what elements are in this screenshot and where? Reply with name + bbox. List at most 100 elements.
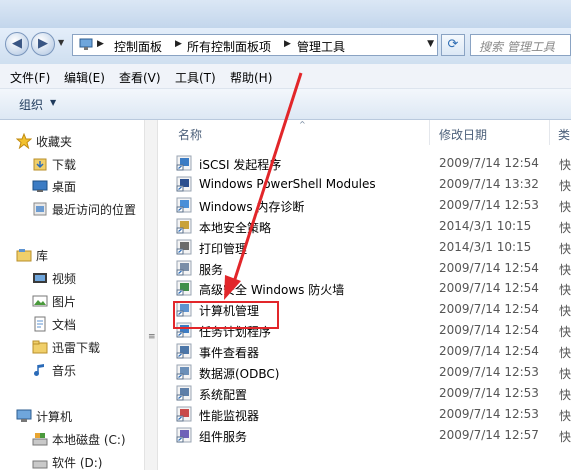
system-drive-icon	[32, 433, 48, 446]
video-icon	[33, 273, 47, 283]
chevron-right-icon: ▶	[97, 39, 104, 49]
control-panel-icon	[79, 38, 93, 50]
file-row[interactable]: 本地安全策略 2014/3/1 10:15 快	[174, 216, 571, 236]
shortcut-icon	[176, 197, 192, 213]
column-header-date[interactable]: 修改日期	[430, 120, 550, 145]
file-date: 2009/7/14 12:54	[439, 323, 539, 338]
file-date: 2009/7/14 12:53	[439, 406, 539, 421]
file-row[interactable]: Windows 内存诊断 2009/7/14 12:53 快	[174, 195, 571, 215]
nav-libraries-label: 库	[36, 249, 49, 263]
file-date: 2009/7/14 12:57	[439, 427, 539, 442]
desktop-icon	[32, 180, 48, 192]
file-type: 快	[559, 304, 571, 319]
menu-edit[interactable]: 编辑(E)	[64, 69, 105, 86]
file-name: 数据源(ODBC)	[199, 367, 280, 381]
recent-places-icon	[33, 202, 47, 216]
pane-splitter[interactable]: ≡	[144, 120, 158, 470]
file-name: 打印管理	[199, 241, 248, 256]
nav-item-label: 图片	[52, 295, 77, 309]
file-row[interactable]: 高级安全 Windows 防火墙 2009/7/14 12:54 快	[174, 278, 571, 298]
breadcrumb-all-items[interactable]: 所有控制面板项	[187, 38, 271, 55]
file-row[interactable]: Windows PowerShell Modules 2009/7/14 13:3…	[174, 174, 571, 194]
shortcut-icon	[176, 385, 192, 401]
file-row[interactable]: 服务 2009/7/14 12:54 快	[174, 258, 571, 278]
file-date: 2009/7/14 12:53	[439, 365, 539, 379]
pictures-icon	[32, 295, 48, 307]
organize-button[interactable]: 组织	[19, 96, 43, 113]
file-name: 系统配置	[199, 387, 248, 402]
shortcut-icon	[176, 260, 192, 275]
downloads-folder-icon	[33, 158, 47, 171]
search-input[interactable]: 搜索 管理工具	[470, 34, 571, 56]
chevron-right-icon: ▶	[175, 39, 182, 49]
menu-file[interactable]: 文件(F)	[10, 69, 50, 86]
splitter-grip-icon: ≡	[148, 332, 156, 342]
file-date: 2014/3/1 10:15	[439, 218, 532, 233]
file-type: 快	[559, 283, 571, 298]
nav-computer-label: 计算机	[36, 410, 73, 424]
column-header-label: 修改日期	[439, 128, 488, 142]
shortcut-icon	[176, 218, 192, 234]
nav-item-label: 视频	[52, 272, 77, 286]
file-type: 快	[559, 408, 571, 423]
file-type: 快	[559, 262, 571, 277]
breadcrumb-admin-tools[interactable]: 管理工具	[297, 38, 345, 55]
file-date: 2009/7/14 12:54	[439, 281, 539, 296]
recent-pages-dropdown[interactable]: ▼	[58, 38, 68, 50]
file-date: 2009/7/14 13:32	[439, 176, 539, 191]
file-name: Windows PowerShell Modules	[199, 176, 376, 191]
library-icon	[16, 249, 32, 262]
file-date: 2009/7/14 12:54	[439, 260, 539, 275]
file-row[interactable]: 系统配置 2009/7/14 12:53 快	[174, 383, 571, 403]
shortcut-icon	[176, 406, 192, 422]
file-date: 2009/7/14 12:54	[439, 302, 539, 317]
file-type: 快	[559, 346, 571, 361]
nav-item-label: 软件 (D:)	[52, 456, 103, 470]
nav-item-label: 桌面	[52, 180, 77, 194]
file-row[interactable]: 组件服务 2009/7/14 12:57 快	[174, 425, 571, 445]
column-header-type[interactable]: 类	[550, 120, 571, 145]
file-date: 2009/7/14 12:53	[439, 197, 539, 212]
file-name: 性能监视器	[199, 408, 260, 423]
file-list: 名称 修改日期 类 ^ iSCSI 发起程序 2009/7/14 12:54 快 Wi…	[158, 120, 571, 470]
file-name: iSCSI 发起程序	[199, 158, 282, 172]
window-title-bar	[0, 0, 571, 28]
shortcut-icon	[176, 364, 192, 380]
file-date: 2009/7/14 12:54	[439, 156, 539, 170]
file-type: 快	[559, 241, 571, 256]
back-button[interactable]: ◀	[5, 32, 29, 56]
menu-help[interactable]: 帮助(H)	[230, 69, 272, 86]
shortcut-icon	[176, 176, 192, 192]
file-type: 快	[559, 220, 571, 235]
file-type: 快	[559, 158, 571, 172]
file-name: Windows 内存诊断	[199, 199, 305, 214]
menu-tools[interactable]: 工具(T)	[175, 69, 216, 86]
shortcut-icon	[176, 427, 192, 443]
shortcut-icon	[176, 155, 192, 171]
highlight-annotation	[173, 301, 279, 329]
file-type: 快	[559, 367, 571, 381]
forward-button[interactable]: ▶	[31, 32, 55, 56]
shortcut-icon	[176, 280, 192, 296]
star-icon	[16, 133, 32, 149]
refresh-button[interactable]: ⟳	[441, 34, 465, 56]
file-name: 服务	[199, 262, 224, 277]
file-row[interactable]: 打印管理 2014/3/1 10:15 快	[174, 237, 571, 257]
column-header-name[interactable]: 名称	[158, 120, 430, 145]
nav-item-label: 最近访问的位置	[52, 203, 137, 217]
nav-favorites-label: 收藏夹	[36, 135, 73, 149]
computer-icon	[16, 409, 32, 422]
navigation-pane: 收藏夹 下载 桌面 最近访问的位置 库 视频 图片 文档 迅雷下载 音乐 计算机	[0, 120, 144, 470]
nav-item-label: 文档	[52, 318, 77, 332]
shortcut-icon	[176, 343, 192, 359]
chevron-right-icon: ▶	[284, 39, 291, 49]
file-row[interactable]: 事件查看器 2009/7/14 12:54 快	[174, 341, 571, 361]
address-bar[interactable]: ▶ 控制面板 ▶ 所有控制面板项 ▶ 管理工具 ▼	[72, 34, 438, 56]
breadcrumb-control-panel[interactable]: 控制面板	[114, 38, 162, 55]
file-type: 快	[559, 429, 571, 444]
file-row[interactable]: 数据源(ODBC) 2009/7/14 12:53 快	[174, 362, 571, 382]
file-row[interactable]: 性能监视器 2009/7/14 12:53 快	[174, 404, 571, 424]
menu-view[interactable]: 查看(V)	[119, 69, 161, 86]
chevron-down-icon[interactable]: ▼	[427, 39, 434, 49]
file-row[interactable]: iSCSI 发起程序 2009/7/14 12:54 快	[174, 153, 571, 173]
